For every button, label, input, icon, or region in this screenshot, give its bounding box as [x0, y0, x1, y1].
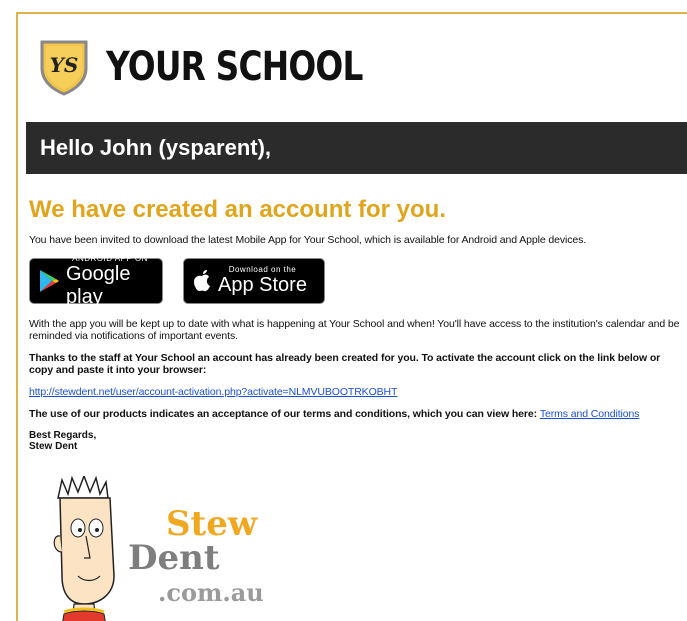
- brand-line-2: Dent: [128, 538, 220, 578]
- signoff-name: Stew Dent: [29, 441, 78, 452]
- apple-badge-small: Download on the: [228, 265, 297, 274]
- greeting-text: Hello John (ysparent),: [40, 135, 272, 160]
- google-play-badge[interactable]: ANDROID APP ON Google play: [29, 254, 163, 308]
- headline: We have created an account for you.: [29, 196, 447, 223]
- email-body: We have created an account for you. You …: [29, 196, 687, 452]
- google-badge-big: Google play: [66, 262, 131, 308]
- app-store-badge[interactable]: Download on the App Store: [183, 258, 325, 304]
- terms-link[interactable]: Terms and Conditions: [540, 408, 640, 420]
- intro-text: You have been invited to download the la…: [29, 234, 587, 246]
- terms-text: The use of our products indicates an acc…: [29, 408, 540, 420]
- updates-text: With the app you will be kept up to date…: [29, 318, 680, 342]
- apple-badge-big: App Store: [218, 274, 307, 296]
- signoff-greeting: Best Regards,: [29, 430, 97, 441]
- email-frame: YS YOUR SCHOOL Hello John (ysparent), We…: [16, 12, 687, 621]
- svg-text:YS: YS: [50, 53, 79, 77]
- school-logo: YS YOUR SCHOOL: [38, 32, 419, 102]
- google-badge-small: ANDROID APP ON: [72, 253, 148, 263]
- google-play-icon: [38, 269, 60, 293]
- greeting-bar: Hello John (ysparent),: [26, 122, 687, 174]
- activate-text: Thanks to the staff at Your School an ac…: [29, 352, 661, 376]
- apple-icon: [192, 269, 212, 293]
- shield-logo-icon: YS: [40, 40, 88, 96]
- store-badges: ANDROID APP ON Google play Download on t…: [29, 254, 687, 308]
- school-name: YOUR SCHOOL: [106, 44, 363, 90]
- terms-line: The use of our products indicates an acc…: [29, 408, 687, 420]
- activation-link[interactable]: http://stewdent.net/user/account-activat…: [29, 386, 397, 398]
- signoff: Best Regards, Stew Dent: [29, 430, 687, 452]
- brand-line-3: .com.au: [158, 578, 264, 607]
